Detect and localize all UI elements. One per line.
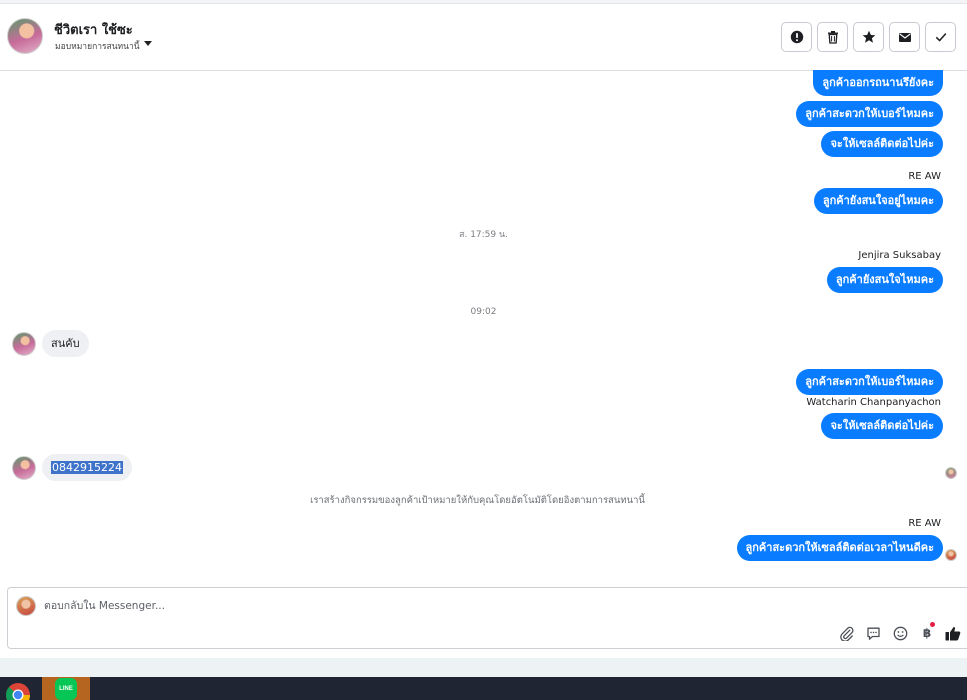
trash-icon <box>827 31 838 44</box>
outgoing-message[interactable]: ลูกค้าสะดวกให้เบอร์ไหมคะ <box>796 369 943 395</box>
emoji-icon <box>893 626 907 640</box>
sender-name: RE AW <box>908 171 941 182</box>
thumbs-up-icon <box>945 626 961 640</box>
contact-avatar-small[interactable] <box>12 456 36 480</box>
page-footer-band <box>0 658 967 677</box>
sender-name: Jenjira Suksabay <box>858 250 941 261</box>
outgoing-message[interactable]: ลูกค้าสะดวกให้เซลล์ติดต่อเวลาไหนดีคะ <box>736 535 943 561</box>
outgoing-message[interactable]: จะให้เซลล์ติดต่อไปค่ะ <box>821 413 943 439</box>
contact-name[interactable]: ชีวิตเรา ใช้ซะ <box>54 19 133 40</box>
os-taskbar <box>0 677 967 700</box>
baht-icon: ฿ <box>922 626 932 640</box>
assign-conversation-label[interactable]: มอบหมายการสนทนานี้ <box>55 39 140 53</box>
delete-button[interactable] <box>817 22 848 52</box>
outgoing-message[interactable]: จะให้เซลล์ติดต่อไปค่ะ <box>821 131 943 157</box>
chrome-taskbar-button[interactable] <box>4 681 32 700</box>
contact-avatar[interactable] <box>7 18 43 54</box>
chrome-icon <box>5 683 30 700</box>
saved-replies-button[interactable] <box>864 624 882 642</box>
like-button[interactable] <box>944 624 962 642</box>
outgoing-message[interactable]: ลูกค้ายังสนใจอยู่ไหมคะ <box>813 188 943 214</box>
reply-composer: ฿ <box>7 587 967 649</box>
outgoing-message[interactable]: ลูกค้าออกรถนานรึยังคะ <box>813 70 943 96</box>
check-icon <box>935 33 946 42</box>
page-avatar <box>16 596 36 616</box>
conversation-header: ชีวิตเรา ใช้ซะ มอบหมายการสนทนานี้ <box>0 4 967 71</box>
envelope-icon <box>898 33 911 42</box>
selected-phone-number[interactable]: 0842915224 <box>51 461 123 474</box>
star-icon <box>862 30 875 43</box>
exclamation-icon <box>790 30 803 44</box>
mark-unread-button[interactable] <box>889 22 920 52</box>
seen-avatar <box>945 467 957 479</box>
outgoing-message[interactable]: ลูกค้ายังสนใจไหมคะ <box>826 267 943 293</box>
line-taskbar-button[interactable]: LINE <box>42 677 90 700</box>
system-note: เราสร้างกิจกรรมของลูกค้าเป้าหมายให้กับคุ… <box>310 495 645 506</box>
notification-dot <box>930 622 935 627</box>
sender-name: RE AW <box>908 518 941 529</box>
caret-down-icon[interactable] <box>144 41 152 46</box>
reply-input[interactable] <box>44 598 644 614</box>
outgoing-message[interactable]: ลูกค้าสะดวกให้เบอร์ไหมคะ <box>796 101 943 127</box>
timestamp: 09:02 <box>470 307 497 317</box>
incoming-message[interactable]: สนคับ <box>42 330 89 357</box>
paperclip-icon <box>839 626 854 641</box>
star-button[interactable] <box>853 22 884 52</box>
incoming-message[interactable]: 0842915224 <box>42 454 132 481</box>
chat-icon <box>866 627 880 640</box>
sender-name: Watcharin Chanpanyachon <box>806 397 941 408</box>
contact-avatar-small[interactable] <box>12 332 36 356</box>
line-icon: LINE <box>55 677 77 700</box>
mark-done-button[interactable] <box>925 22 956 52</box>
timestamp: ส. 17:59 น. <box>458 230 509 240</box>
emoji-button[interactable] <box>891 624 909 642</box>
seen-avatar <box>945 549 957 561</box>
messenger-inbox-window: ชีวิตเรา ใช้ซะ มอบหมายการสนทนานี้ ลูกค้า… <box>0 0 967 700</box>
mark-spam-button[interactable] <box>781 22 812 52</box>
attach-button[interactable] <box>837 624 855 642</box>
